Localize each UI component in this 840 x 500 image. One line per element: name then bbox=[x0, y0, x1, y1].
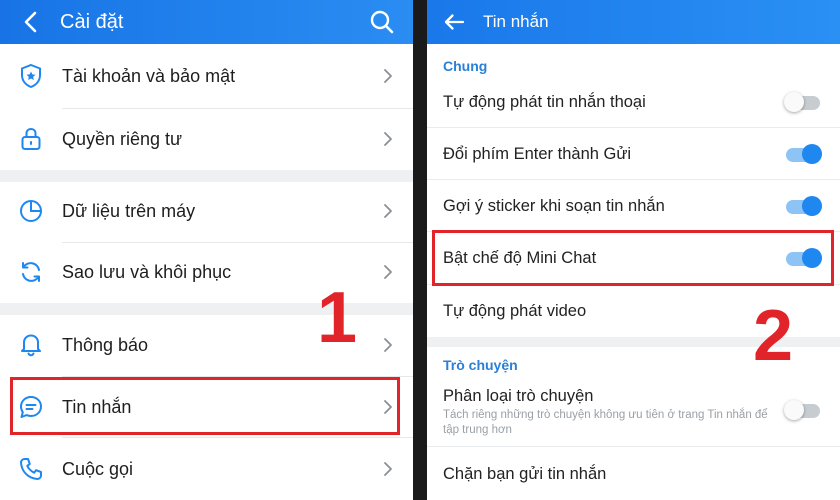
settings-item-label: Dữ liệu trên máy bbox=[62, 201, 196, 221]
bell-icon bbox=[21, 334, 41, 357]
setting-enter-to-send[interactable]: Đổi phím Enter thành Gửi bbox=[427, 128, 840, 179]
highlight-box bbox=[432, 230, 834, 286]
section-title-general: Chung bbox=[443, 58, 488, 74]
setting-label: Phân loại trò chuyện bbox=[443, 387, 594, 405]
lock-icon bbox=[21, 127, 41, 150]
shield-icon bbox=[21, 63, 41, 89]
toggle-switch[interactable] bbox=[784, 143, 822, 165]
chevron-right-icon bbox=[384, 69, 392, 83]
chevron-right-icon bbox=[384, 265, 392, 279]
settings-item-device-data[interactable]: Dữ liệu trên máy bbox=[0, 182, 413, 242]
chevron-left-icon[interactable] bbox=[16, 7, 46, 37]
chevron-right-icon bbox=[384, 204, 392, 218]
setting-label: Tự động phát tin nhắn thoại bbox=[443, 93, 646, 111]
settings-item-calls[interactable]: Cuộc gọi bbox=[0, 438, 413, 500]
section-gap bbox=[0, 170, 413, 182]
pie-chart-icon bbox=[20, 200, 42, 222]
chevron-right-icon bbox=[384, 132, 392, 146]
setting-auto-play-voice[interactable]: Tự động phát tin nhắn thoại bbox=[427, 76, 840, 127]
search-icon[interactable] bbox=[367, 7, 397, 37]
setting-categorize-chats[interactable]: Phân loại trò chuyện Tách riêng những tr… bbox=[427, 375, 840, 443]
chevron-right-icon bbox=[384, 338, 392, 352]
settings-item-label: Tài khoản và bảo mật bbox=[62, 66, 236, 86]
toggle-switch[interactable] bbox=[784, 399, 822, 421]
setting-label: Đổi phím Enter thành Gửi bbox=[443, 145, 632, 163]
arrow-left-icon[interactable] bbox=[439, 7, 469, 37]
settings-item-label: Quyền riêng tư bbox=[62, 129, 183, 149]
setting-label: Gợi ý sticker khi soạn tin nhắn bbox=[443, 197, 665, 215]
phone-icon bbox=[20, 458, 42, 480]
toggle-switch[interactable] bbox=[784, 91, 822, 113]
settings-item-label: Cuộc gọi bbox=[62, 459, 134, 479]
settings-item-privacy[interactable]: Quyền riêng tư bbox=[0, 109, 413, 170]
messages-settings-screen: Tin nhắn Chung Tự động phát tin nhắn tho… bbox=[427, 0, 840, 500]
section-title-conversations: Trò chuyện bbox=[443, 357, 518, 373]
setting-label: Tự động phát video bbox=[443, 302, 587, 320]
settings-item-label: Thông báo bbox=[62, 335, 149, 355]
step-number: 2 bbox=[753, 296, 794, 376]
step-number: 1 bbox=[317, 278, 358, 358]
settings-item-account-security[interactable]: Tài khoản và bảo mật bbox=[0, 44, 413, 108]
messages-header: Tin nhắn bbox=[427, 0, 840, 44]
setting-sticker-suggestions[interactable]: Gợi ý sticker khi soạn tin nhắn bbox=[427, 180, 840, 231]
settings-header: Cài đặt bbox=[0, 0, 413, 44]
setting-block-messages[interactable]: Chặn bạn gửi tin nhắn bbox=[427, 447, 840, 500]
page-title: Tin nhắn bbox=[483, 12, 549, 31]
sync-icon bbox=[22, 262, 40, 282]
toggle-switch[interactable] bbox=[784, 195, 822, 217]
page-title: Cài đặt bbox=[60, 11, 124, 33]
settings-item-label: Sao lưu và khôi phục bbox=[62, 262, 232, 282]
highlight-box bbox=[10, 377, 400, 435]
settings-screen: Cài đặt Tài khoản và bảo mật Quyền riêng… bbox=[0, 0, 413, 500]
setting-description: Tách riêng những trò chuyện không ưu tiê… bbox=[443, 409, 768, 436]
chevron-right-icon bbox=[384, 462, 392, 476]
setting-label: Chặn bạn gửi tin nhắn bbox=[443, 465, 607, 483]
